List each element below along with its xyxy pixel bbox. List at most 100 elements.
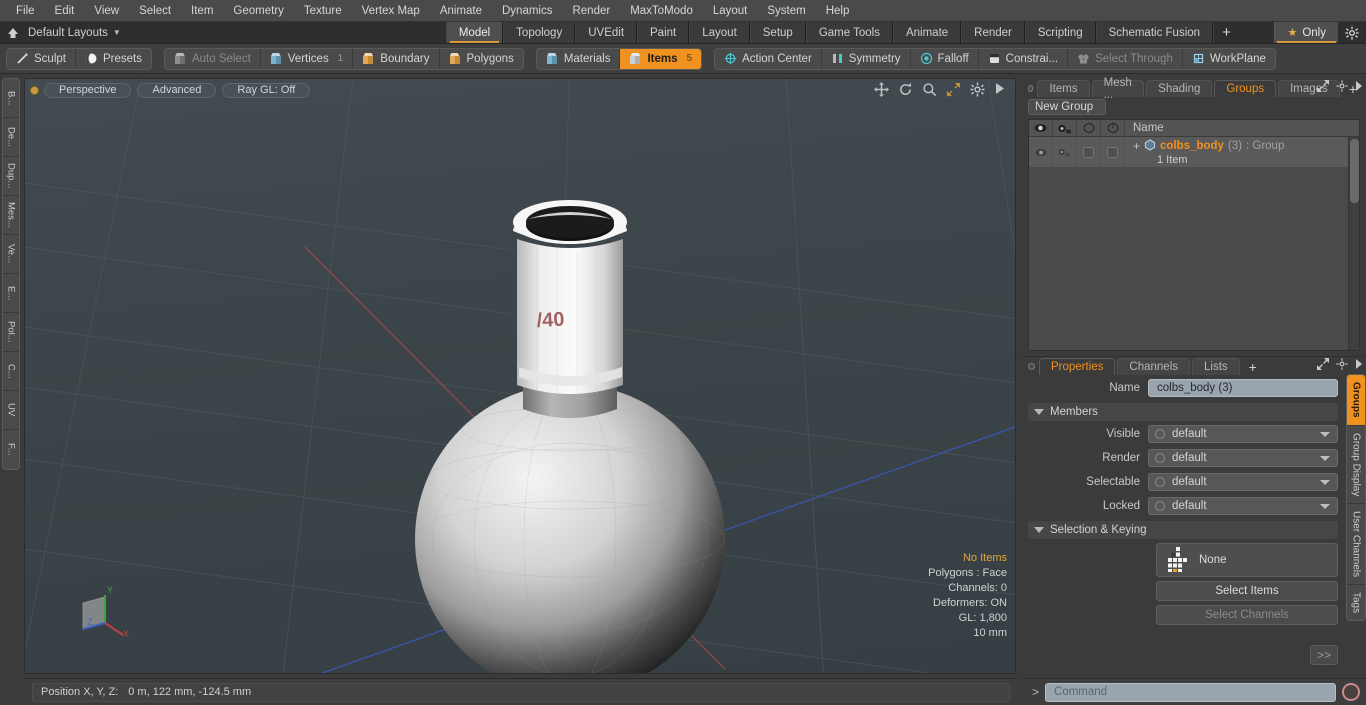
expand-toggle-icon[interactable]: + [1133, 139, 1140, 153]
tab-shading[interactable]: Shading [1146, 80, 1213, 97]
polygons-button[interactable]: Polygons [440, 49, 523, 69]
symmetry-button[interactable]: Symmetry [822, 48, 911, 69]
presets-button[interactable]: Presets [76, 49, 151, 69]
selection-keying-section-header[interactable]: Selection & Keying [1028, 521, 1338, 539]
column-select-icon[interactable] [1077, 120, 1101, 136]
3d-viewport[interactable]: /40 Perspective Advanced Ray GL: Off Y X… [24, 78, 1016, 674]
select-items-button[interactable]: Select Items [1156, 581, 1338, 601]
menu-texture[interactable]: Texture [294, 3, 352, 19]
menu-edit[interactable]: Edit [45, 3, 85, 19]
left-tab-mesh[interactable]: Mes... [3, 196, 19, 235]
fit-icon[interactable] [946, 82, 961, 97]
layout-tab-scripting[interactable]: Scripting [1024, 22, 1096, 43]
layout-tab-render[interactable]: Render [961, 22, 1025, 43]
panel-menu-dot[interactable] [1028, 85, 1034, 92]
channel-circle-icon[interactable] [1155, 429, 1165, 439]
rotate-icon[interactable] [898, 82, 913, 97]
menu-maxtomodo[interactable]: MaxToModo [620, 3, 703, 19]
column-render-icon[interactable] [1053, 120, 1077, 136]
channel-circle-icon[interactable] [1155, 453, 1165, 463]
render-select[interactable]: default [1148, 449, 1338, 467]
column-lock-icon[interactable] [1101, 120, 1125, 136]
viewport-raygl-toggle[interactable]: Ray GL: Off [222, 82, 311, 98]
only-toggle-button[interactable]: ★ Only [1274, 22, 1338, 43]
menu-item[interactable]: Item [181, 3, 223, 19]
select-through-button[interactable]: Select Through [1068, 48, 1183, 69]
vertices-button[interactable]: Vertices 1 [261, 48, 354, 69]
row-render-toggle[interactable] [1053, 137, 1077, 167]
tab-mesh[interactable]: Mesh ... [1091, 77, 1145, 101]
expand-icon[interactable] [1317, 80, 1329, 95]
move-icon[interactable] [874, 82, 889, 97]
layout-tab-animate[interactable]: Animate [892, 22, 962, 43]
group-list-scrollbar[interactable] [1348, 137, 1359, 350]
tab-groups[interactable]: Groups [1214, 80, 1277, 97]
viewport-shading-selector[interactable]: Advanced [137, 82, 217, 98]
menu-layout[interactable]: Layout [703, 3, 758, 19]
properties-menu-arrow-icon[interactable] [1355, 359, 1362, 372]
tab-channels[interactable]: Channels [1117, 358, 1191, 375]
auto-select-button[interactable]: Auto Select [165, 48, 261, 69]
menu-view[interactable]: View [84, 3, 129, 19]
left-tab-vertex[interactable]: Ve... [3, 235, 19, 274]
viewport-view-selector[interactable]: Perspective [44, 82, 132, 98]
layout-tab-layout[interactable]: Layout [689, 22, 750, 43]
more-options-button[interactable]: >> [1310, 645, 1338, 665]
tab-lists[interactable]: Lists [1192, 358, 1240, 375]
menu-geometry[interactable]: Geometry [223, 3, 294, 19]
channel-circle-icon[interactable] [1155, 477, 1165, 487]
menu-select[interactable]: Select [129, 3, 181, 19]
layout-preset-selector[interactable]: Default Layouts ▼ [26, 22, 131, 43]
menu-animate[interactable]: Animate [430, 3, 492, 19]
column-eye-icon[interactable] [1029, 120, 1053, 136]
menu-system[interactable]: System [757, 3, 815, 19]
command-record-icon[interactable] [1342, 683, 1360, 701]
layout-tab-paint[interactable]: Paint [637, 22, 690, 43]
locked-select[interactable]: default [1148, 497, 1338, 515]
items-button[interactable]: Items 5 [620, 48, 702, 69]
select-checkbox[interactable] [1083, 146, 1094, 158]
channel-circle-icon[interactable] [1155, 501, 1165, 511]
layout-tab-setup[interactable]: Setup [749, 22, 806, 43]
layout-tab-topology[interactable]: Topology [503, 22, 576, 43]
left-tab-edge[interactable]: E... [3, 274, 19, 313]
command-input[interactable]: Command [1045, 682, 1336, 702]
add-layout-tab-button[interactable]: + [1213, 22, 1239, 43]
layout-tab-schematic-fusion[interactable]: Schematic Fusion [1095, 22, 1214, 43]
left-tab-uv[interactable]: UV [3, 391, 19, 430]
add-properties-tab-button[interactable]: + [1242, 358, 1264, 375]
gear-icon[interactable] [1336, 358, 1348, 373]
table-row[interactable]: + colbs_body (3) : Group 1 Item [1029, 137, 1359, 167]
menu-render[interactable]: Render [562, 3, 620, 19]
left-tab-deform[interactable]: De... [3, 118, 19, 157]
panel-menu-arrow-icon[interactable] [1355, 81, 1362, 94]
menu-help[interactable]: Help [816, 3, 860, 19]
expand-icon[interactable] [1317, 358, 1329, 373]
lock-checkbox[interactable] [1107, 146, 1118, 158]
keying-widget[interactable]: None [1156, 543, 1338, 577]
name-input[interactable]: colbs_body (3) [1148, 379, 1338, 397]
action-center-button[interactable]: Action Center [715, 48, 822, 69]
tab-items[interactable]: Items [1037, 80, 1090, 97]
tab-properties[interactable]: Properties [1039, 358, 1116, 375]
left-tab-fusion[interactable]: F... [3, 430, 19, 469]
layout-tab-model[interactable]: Model [445, 22, 504, 43]
viewport-menu-dot[interactable] [31, 86, 38, 94]
gear-icon[interactable] [1336, 80, 1348, 95]
boundary-button[interactable]: Boundary [353, 48, 440, 69]
menu-file[interactable]: File [6, 3, 45, 19]
zoom-icon[interactable] [922, 82, 937, 97]
left-tab-curve[interactable]: C... [3, 352, 19, 391]
home-icon[interactable] [0, 22, 26, 43]
vtab-groups[interactable]: Groups [1347, 375, 1365, 426]
workplane-button[interactable]: WorkPlane [1183, 49, 1275, 69]
constraint-button[interactable]: Constrai... [979, 48, 1069, 69]
play-icon[interactable] [994, 82, 1009, 97]
scrollbar-thumb[interactable] [1350, 139, 1359, 203]
selectable-select[interactable]: default [1148, 473, 1338, 491]
falloff-button[interactable]: Falloff [911, 48, 979, 69]
row-eye-toggle[interactable] [1029, 137, 1053, 167]
menu-vertex-map[interactable]: Vertex Map [352, 3, 430, 19]
left-tab-duplicate[interactable]: Dup... [3, 157, 19, 196]
vtab-user-channels[interactable]: User Channels [1347, 504, 1365, 586]
